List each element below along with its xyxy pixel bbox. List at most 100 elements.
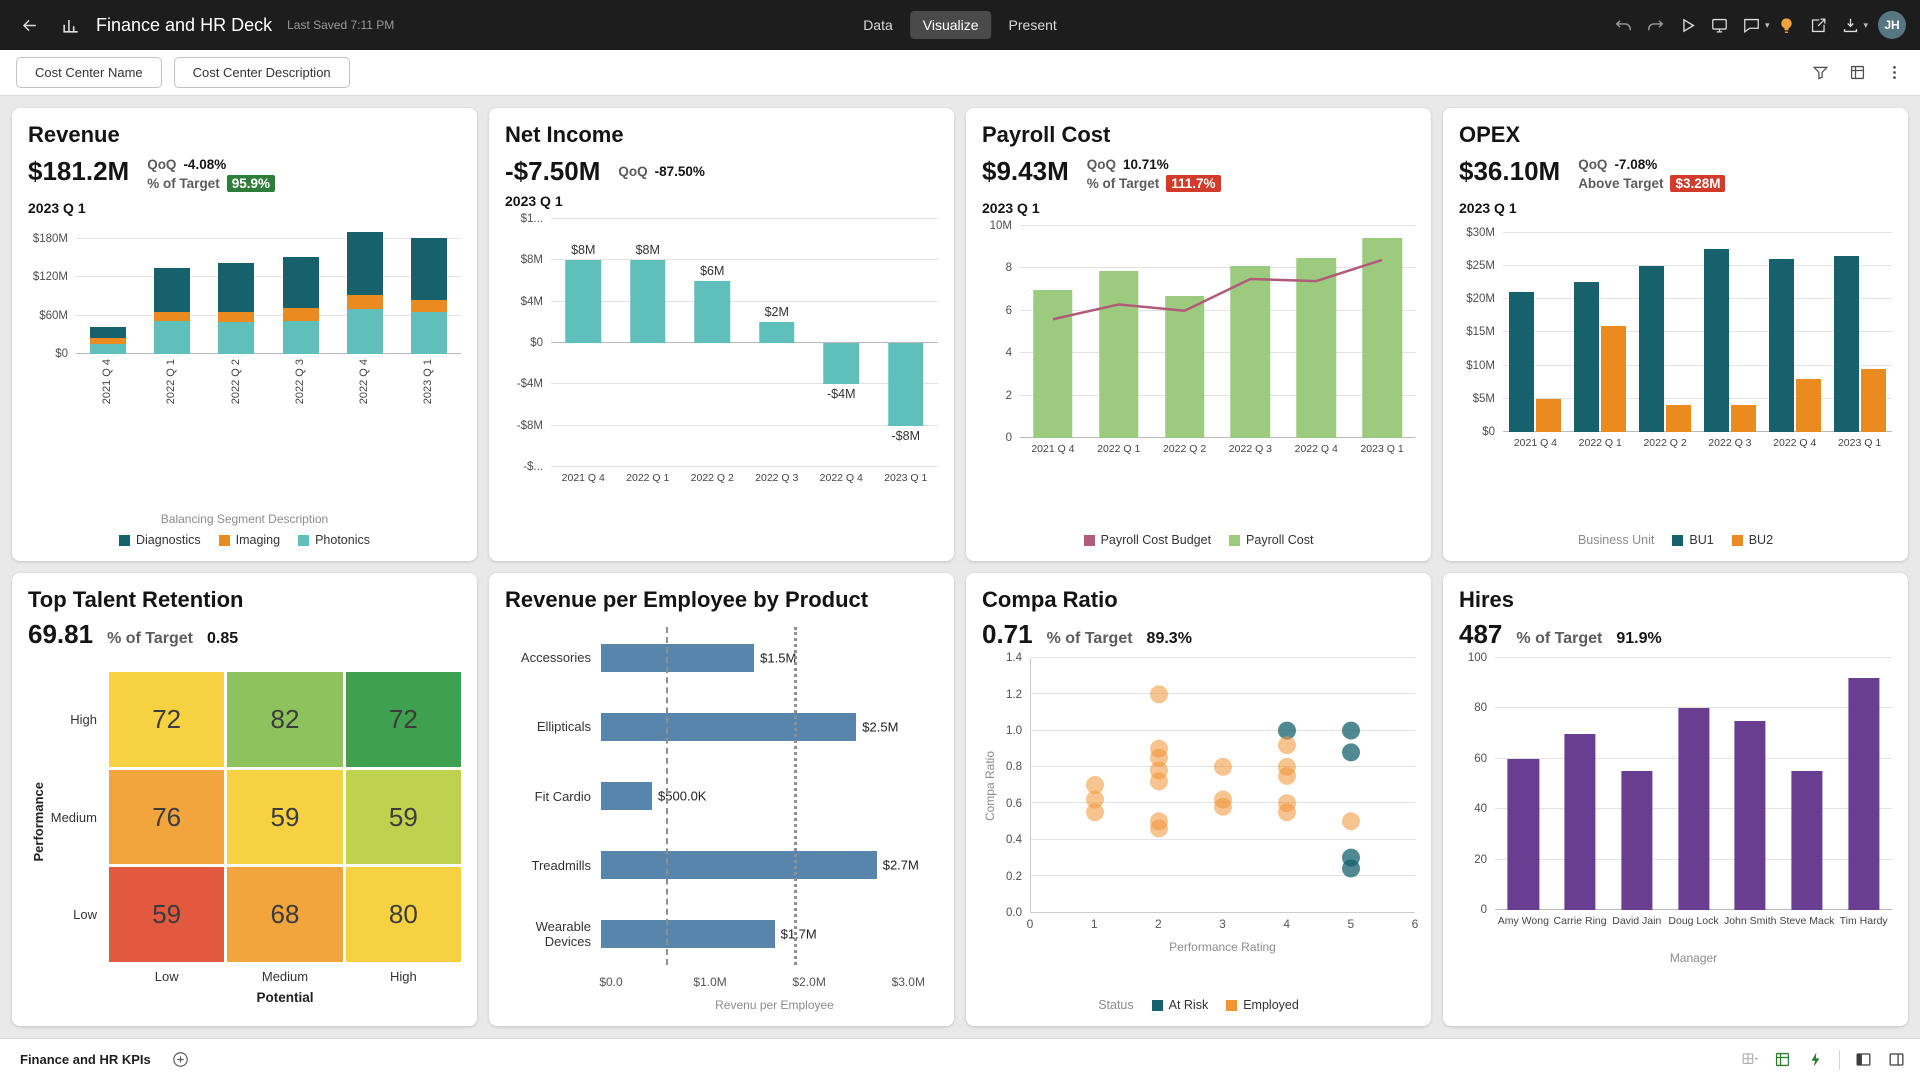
bar-segment[interactable] — [410, 312, 447, 354]
card-revenue-per-employee[interactable]: Revenue per Employee by Product Accessor… — [489, 573, 954, 1026]
bar[interactable] — [1703, 249, 1729, 432]
comments-button[interactable] — [1737, 10, 1767, 40]
back-button[interactable] — [14, 10, 44, 40]
filter-chip-cost-center-description[interactable]: Cost Center Description — [173, 57, 350, 88]
card-compa-ratio[interactable]: Compa Ratio 0.71 % of Target 89.3% Compa… — [966, 573, 1431, 1026]
bar-segment[interactable] — [218, 263, 255, 312]
heatmap-cell[interactable]: 82 — [227, 672, 343, 767]
legend-item[interactable]: Payroll Cost Budget — [1083, 533, 1211, 547]
filter-chip-cost-center-name[interactable]: Cost Center Name — [16, 57, 162, 88]
scatter-point[interactable] — [1150, 685, 1168, 704]
more-options-button[interactable] — [1885, 63, 1904, 82]
undo-button[interactable] — [1609, 10, 1639, 40]
bar-segment[interactable] — [218, 322, 255, 354]
scatter-point[interactable] — [1342, 859, 1360, 878]
bar[interactable] — [1666, 405, 1692, 432]
bar[interactable] — [601, 782, 653, 810]
scatter-point[interactable] — [1342, 743, 1360, 762]
canvas-layout-button[interactable] — [1740, 1050, 1759, 1069]
stacked-bar[interactable] — [218, 226, 255, 354]
heatmap-cell[interactable]: 59 — [109, 867, 225, 962]
bar[interactable] — [1507, 758, 1539, 911]
card-net-income[interactable]: Net Income -$7.50M QoQ -87.50% 2023 Q 1 $… — [489, 108, 954, 561]
scatter-point[interactable] — [1278, 736, 1296, 755]
bar-segment[interactable] — [346, 309, 383, 354]
bar[interactable] — [1601, 325, 1627, 432]
stacked-bar[interactable] — [90, 226, 127, 354]
canvas-tab-finance-hr-kpis[interactable]: Finance and HR KPIs — [14, 1048, 157, 1071]
scatter-point[interactable] — [1150, 819, 1168, 838]
bar-segment[interactable] — [346, 295, 383, 310]
bar-segment[interactable] — [90, 344, 127, 354]
bar[interactable] — [1730, 405, 1756, 432]
legend-item[interactable]: Employed — [1226, 998, 1299, 1012]
preview-button[interactable] — [1673, 10, 1703, 40]
stacked-bar[interactable] — [410, 226, 447, 354]
legend-item[interactable]: BU1 — [1672, 533, 1714, 547]
panel-right-toggle[interactable] — [1887, 1050, 1906, 1069]
bar-segment[interactable] — [282, 320, 319, 354]
bar[interactable] — [601, 643, 755, 672]
scatter-point[interactable] — [1342, 812, 1360, 831]
card-hires[interactable]: Hires 487 % of Target 91.9% 100 80 60 40 20 0… — [1443, 573, 1908, 1026]
heatmap-cell[interactable]: 59 — [345, 769, 461, 865]
bar-segment[interactable] — [282, 256, 319, 308]
present-button[interactable] — [1705, 10, 1735, 40]
bar-segment[interactable] — [90, 326, 127, 339]
bar[interactable] — [601, 851, 877, 880]
bar[interactable] — [1768, 259, 1794, 432]
bar[interactable] — [565, 260, 601, 344]
tab-present[interactable]: Present — [996, 11, 1070, 39]
bar[interactable] — [1362, 238, 1402, 438]
legend-item[interactable]: Imaging — [218, 533, 280, 547]
tab-visualize[interactable]: Visualize — [909, 11, 992, 39]
legend-item[interactable]: Diagnostics — [118, 533, 201, 547]
stacked-bar[interactable] — [154, 226, 191, 354]
bar[interactable] — [630, 260, 666, 344]
redo-button[interactable] — [1641, 10, 1671, 40]
bar[interactable] — [1677, 708, 1710, 911]
bar-segment[interactable] — [218, 311, 255, 322]
scatter-point[interactable] — [1214, 797, 1232, 816]
user-avatar[interactable]: JH — [1878, 11, 1906, 39]
bar[interactable] — [1574, 282, 1600, 432]
scatter-point[interactable] — [1086, 803, 1104, 822]
card-revenue[interactable]: Revenue $181.2M QoQ -4.08% % of Target 95.… — [12, 108, 477, 561]
legend-item[interactable]: BU2 — [1731, 533, 1773, 547]
data-view-button[interactable] — [1773, 1050, 1792, 1069]
bar[interactable] — [888, 343, 924, 426]
legend-item[interactable]: Photonics — [298, 533, 370, 547]
bar-segment[interactable] — [346, 232, 383, 296]
heatmap-cell[interactable]: 72 — [109, 672, 225, 767]
stacked-bar[interactable] — [346, 226, 383, 354]
bar[interactable] — [601, 712, 857, 741]
bar[interactable] — [1860, 368, 1886, 432]
bar[interactable] — [1795, 378, 1821, 432]
heatmap-cell[interactable]: 59 — [227, 769, 343, 865]
bar[interactable] — [1536, 398, 1562, 432]
bar-segment[interactable] — [410, 299, 447, 313]
panel-left-toggle[interactable] — [1854, 1050, 1873, 1069]
save-caret-icon[interactable]: ▾ — [1863, 20, 1868, 31]
bar[interactable] — [1098, 270, 1139, 438]
bar[interactable] — [1033, 289, 1073, 438]
bar[interactable] — [1833, 255, 1859, 432]
bar[interactable] — [1734, 721, 1766, 911]
legend-item[interactable]: Payroll Cost — [1229, 533, 1313, 547]
bar[interactable] — [601, 920, 775, 949]
bar[interactable] — [694, 281, 730, 344]
save-button[interactable] — [1835, 10, 1865, 40]
bar[interactable] — [1564, 733, 1596, 911]
bar[interactable] — [1296, 257, 1336, 438]
bar[interactable] — [1848, 678, 1880, 911]
comments-caret-icon[interactable]: ▾ — [1765, 20, 1770, 31]
auto-insights-button[interactable] — [1806, 1050, 1825, 1069]
add-canvas-button[interactable] — [171, 1050, 190, 1069]
legend-item[interactable]: At Risk — [1151, 998, 1208, 1012]
bar[interactable] — [759, 322, 795, 344]
bar-segment[interactable] — [154, 311, 191, 321]
scatter-point[interactable] — [1278, 803, 1296, 822]
scatter-point[interactable] — [1150, 772, 1168, 791]
bar[interactable] — [1230, 266, 1271, 438]
bar-segment[interactable] — [410, 238, 447, 300]
